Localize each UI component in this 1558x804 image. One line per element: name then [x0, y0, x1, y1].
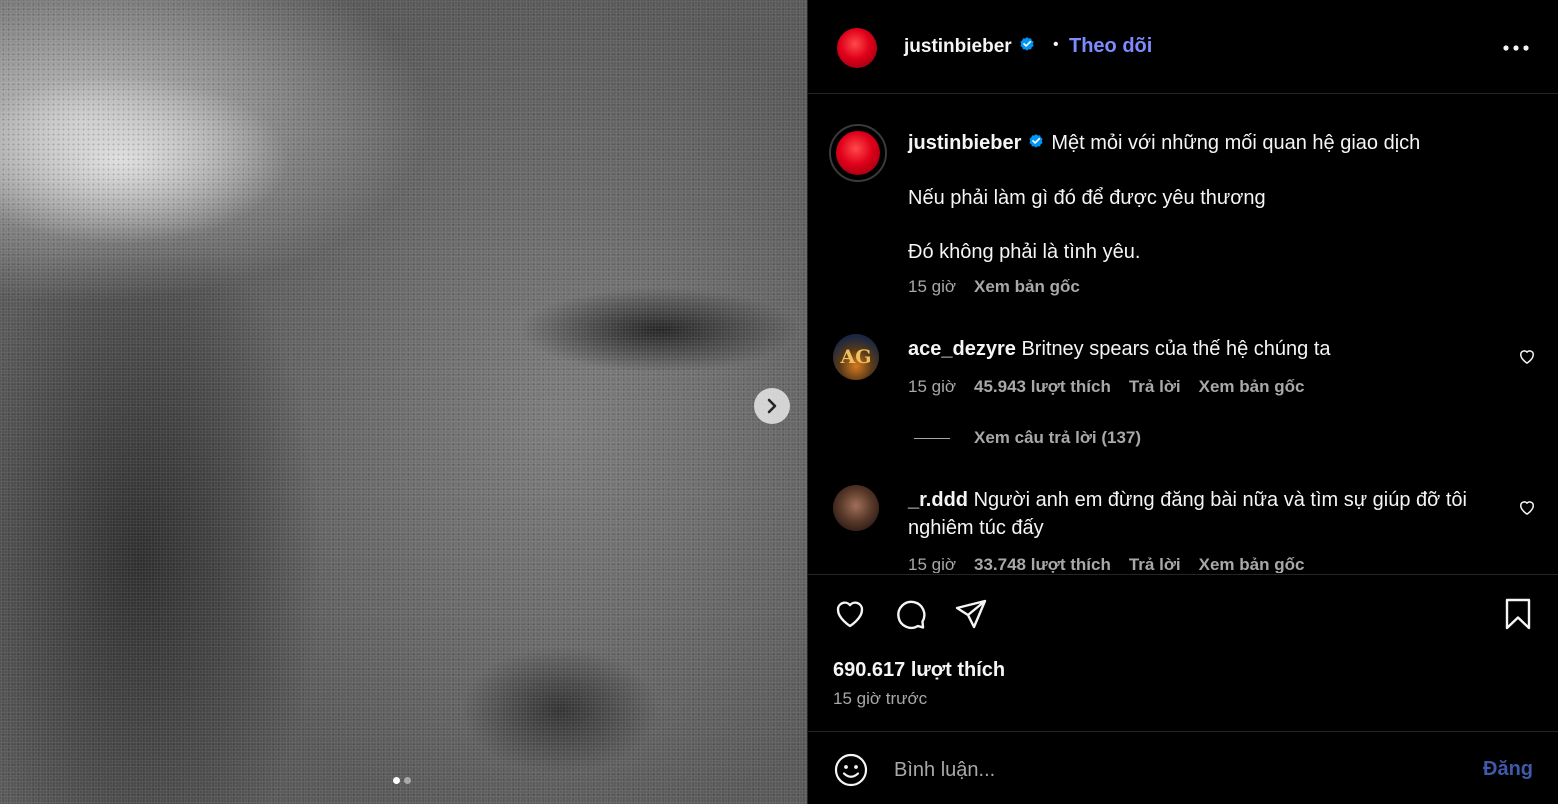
comment-icon[interactable] [892, 596, 928, 632]
replies-line [914, 437, 950, 439]
author-username[interactable]: justinbieber [904, 36, 1012, 57]
heart-icon[interactable] [832, 596, 868, 632]
comment-reply-button[interactable]: Trả lời [1129, 555, 1181, 573]
comment-text: Người anh em đừng đăng bài nữa và tìm sự… [973, 489, 1467, 511]
comment-avatar-text: AG [840, 346, 872, 368]
verified-badge-icon [1020, 37, 1034, 51]
comment-likes[interactable]: 45.943 lượt thích [974, 377, 1111, 397]
caption-see-original[interactable]: Xem bản gốc [974, 277, 1080, 297]
comment-time: 15 giờ [908, 377, 957, 396]
share-icon[interactable] [953, 596, 989, 632]
carousel-dot [404, 777, 411, 784]
comment-text-continued: nghiêm túc đấy [908, 517, 1044, 539]
comment-username[interactable]: ace_dezyre [908, 338, 1016, 360]
comment-avatar[interactable]: AG [833, 334, 879, 380]
post-side-panel: justinbieber • Theo dõi justinbieber Mệt… [807, 0, 1558, 804]
caption-time: 15 giờ [908, 277, 957, 296]
caption-meta: 15 giờ Xem bản gốc [908, 277, 1080, 297]
comment-time: 15 giờ [908, 555, 957, 573]
comment-compose: Đăng [808, 731, 1558, 804]
likes-count[interactable]: 690.617 lượt thích [833, 659, 1005, 682]
chevron-right-icon [767, 398, 777, 414]
view-replies-button[interactable]: Xem câu trả lời (137) [914, 428, 1141, 448]
emoji-icon[interactable] [833, 752, 869, 788]
caption-text-2: Nếu phải làm gì đó để được yêu thương [908, 187, 1266, 209]
post-time: 15 giờ trước [833, 689, 928, 708]
follow-button[interactable]: Theo dõi [1069, 35, 1152, 58]
comments-list[interactable]: justinbieber Mệt mỏi với những mối quan … [808, 95, 1558, 573]
comment-meta: 15 giờ 33.748 lượt thích Trả lời Xem bản… [908, 555, 1304, 573]
verified-badge-icon [1029, 134, 1043, 148]
header-separator: • [1053, 36, 1059, 53]
photo-grain [0, 0, 807, 804]
author-avatar[interactable] [837, 28, 877, 68]
comment-body: ace_dezyre Britney spears của thế hệ chú… [908, 335, 1331, 363]
carousel-dot-active [393, 777, 400, 784]
post-comment-button[interactable]: Đăng [1483, 758, 1533, 781]
view-replies-label: Xem câu trả lời (137) [974, 428, 1142, 447]
post-media[interactable] [0, 0, 807, 804]
bookmark-icon[interactable] [1500, 596, 1536, 632]
heart-icon[interactable] [1517, 346, 1537, 366]
comment-input[interactable] [892, 754, 1452, 786]
comment-avatar[interactable] [833, 485, 879, 531]
post-modal: justinbieber • Theo dõi justinbieber Mệt… [0, 0, 1558, 804]
post-header: justinbieber • Theo dõi [808, 0, 1558, 94]
caption-text-1: Mệt mỏi với những mối quan hệ giao dịch [1051, 132, 1421, 154]
caption-username[interactable]: justinbieber [908, 132, 1021, 154]
caption-text-3: Đó không phải là tình yêu. [908, 241, 1141, 263]
more-options-icon[interactable] [1500, 38, 1532, 58]
comment-see-original[interactable]: Xem bản gốc [1199, 377, 1305, 397]
comment-text: Britney spears của thế hệ chúng ta [1021, 338, 1331, 360]
caption-line-1: justinbieber Mệt mỏi với những mối quan … [908, 129, 1420, 157]
carousel-next-button[interactable] [754, 388, 790, 424]
comment-meta: 15 giờ 45.943 lượt thích Trả lời Xem bản… [908, 377, 1304, 397]
heart-icon[interactable] [1517, 497, 1537, 517]
comment-reply-button[interactable]: Trả lời [1129, 377, 1181, 397]
comment-username[interactable]: _r.ddd [908, 489, 968, 511]
carousel-indicator [393, 777, 411, 784]
author-username-row[interactable]: justinbieber [904, 36, 1036, 58]
comment-body: _r.ddd Người anh em đừng đăng bài nữa và… [908, 486, 1467, 514]
post-actions: 690.617 lượt thích 15 giờ trước [808, 574, 1558, 731]
caption-avatar-image [836, 131, 880, 175]
caption-avatar[interactable] [829, 124, 887, 182]
comment-see-original[interactable]: Xem bản gốc [1199, 555, 1305, 573]
comment-likes[interactable]: 33.748 lượt thích [974, 555, 1111, 573]
